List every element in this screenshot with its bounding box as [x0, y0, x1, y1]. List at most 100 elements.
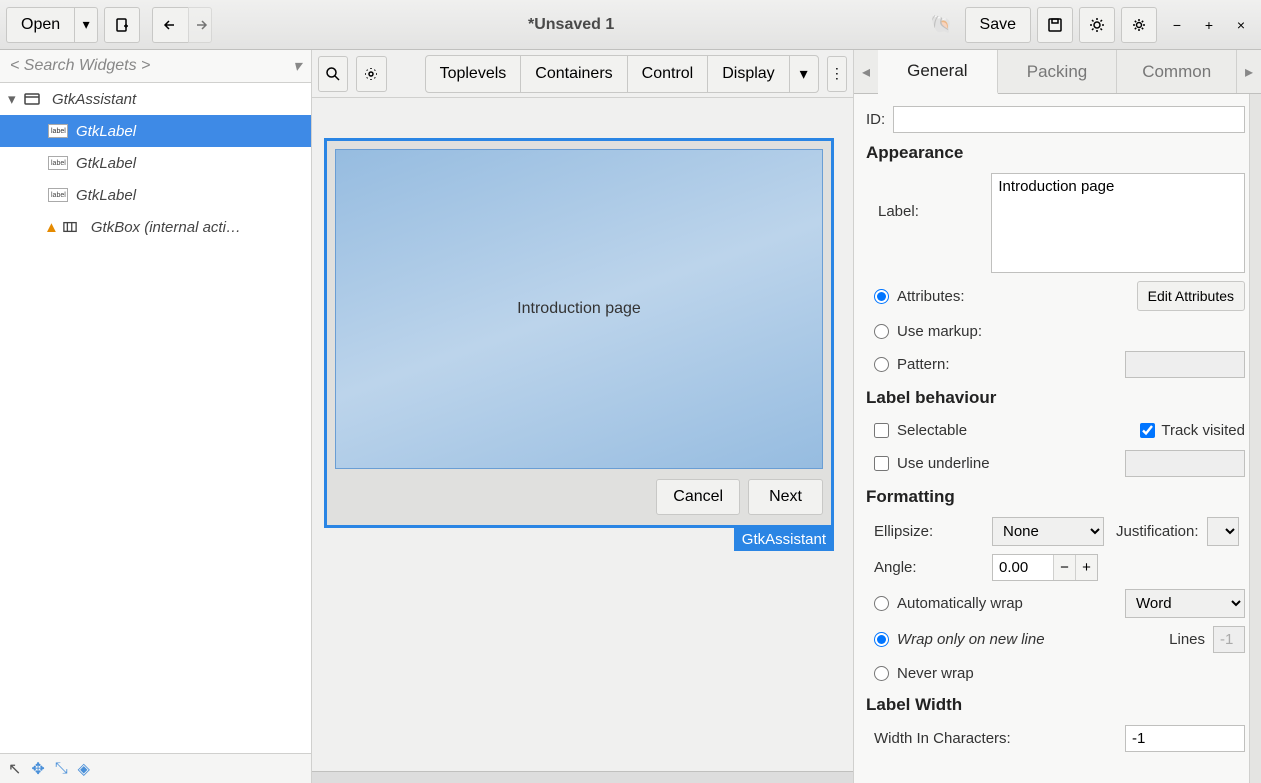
tree-label: GtkBox (internal acti… — [91, 219, 241, 236]
undo-button[interactable] — [152, 7, 188, 43]
tabs-scroll-left[interactable]: ◂ — [854, 50, 878, 93]
window-icon — [24, 92, 44, 106]
wrap-newline-label: Wrap only on new line — [897, 631, 1045, 648]
tree-expander-icon[interactable]: ▾ — [8, 90, 24, 108]
close-button[interactable]: × — [1227, 11, 1255, 39]
pattern-label: Pattern: — [897, 356, 950, 373]
use-markup-label: Use markup: — [897, 323, 982, 340]
label-textarea[interactable]: Introduction page — [991, 173, 1245, 273]
underline-field[interactable] — [1125, 450, 1245, 477]
chevron-down-icon: ▾ — [293, 56, 301, 76]
pattern-radio[interactable] — [874, 357, 889, 372]
tab-control[interactable]: Control — [627, 55, 709, 93]
tree-row-label-1[interactable]: label GtkLabel — [0, 115, 311, 147]
next-button[interactable]: Next — [748, 479, 823, 515]
edit-attributes-button[interactable]: Edit Attributes — [1137, 281, 1245, 311]
palette-search-button[interactable] — [318, 56, 348, 92]
redo-icon — [192, 17, 208, 33]
auto-wrap-radio[interactable] — [874, 596, 889, 611]
pattern-field[interactable] — [1125, 351, 1245, 378]
selectable-label: Selectable — [897, 422, 967, 439]
open-button[interactable]: Open — [6, 7, 74, 43]
move-icon[interactable]: ✥ — [31, 759, 44, 779]
warning-icon: ▲ — [44, 219, 59, 236]
palette-overflow-button[interactable]: ⋮ — [827, 56, 847, 92]
label-width-heading: Label Width — [862, 689, 1249, 721]
properties-vscrollbar[interactable] — [1249, 94, 1261, 783]
save-button[interactable]: Save — [965, 7, 1031, 43]
gear-small-icon — [363, 66, 379, 82]
tree-row-label-3[interactable]: label GtkLabel — [0, 179, 311, 211]
tree-row-box[interactable]: ▲ GtkBox (internal acti… — [0, 211, 311, 243]
save-as-icon — [1047, 17, 1063, 33]
formatting-heading: Formatting — [862, 481, 1249, 513]
angle-input[interactable] — [993, 555, 1053, 580]
widget-tree-sidebar: < Search Widgets > ▾ ▾ GtkAssistant labe… — [0, 50, 312, 783]
undo-redo-group — [152, 7, 212, 43]
use-underline-check[interactable] — [874, 456, 889, 471]
assistant-page-label[interactable]: Introduction page — [335, 149, 823, 469]
spin-up[interactable]: + — [1075, 555, 1097, 580]
tab-general[interactable]: General — [878, 50, 998, 94]
tab-common[interactable]: Common — [1117, 50, 1237, 93]
tree-label: GtkLabel — [76, 155, 136, 172]
tabs-scroll-right[interactable]: ▸ — [1237, 50, 1261, 93]
wrap-mode-select[interactable]: Word — [1125, 589, 1245, 618]
justification-select[interactable]: L — [1207, 517, 1239, 546]
attributes-radio[interactable] — [874, 289, 889, 304]
canvas-scroll[interactable]: Introduction page Cancel Next GtkAssista… — [312, 98, 853, 771]
window-controls: − + × — [1163, 11, 1255, 39]
sun-icon — [1089, 17, 1105, 33]
tree-row-label-2[interactable]: label GtkLabel — [0, 147, 311, 179]
tree-label: GtkLabel — [76, 187, 136, 204]
width-chars-field[interactable] — [1125, 725, 1245, 752]
properties-panel: ◂ General Packing Common ▸ ID: Appearanc… — [853, 50, 1261, 783]
wrap-newline-radio[interactable] — [874, 632, 889, 647]
id-label: ID: — [866, 111, 885, 128]
open-menu-chevron[interactable]: ▾ — [74, 7, 98, 43]
tab-display[interactable]: Display — [707, 55, 789, 93]
tab-more-chevron[interactable]: ▾ — [789, 55, 819, 93]
redo-button[interactable] — [188, 7, 212, 43]
spin-down[interactable]: − — [1053, 555, 1075, 580]
lines-field[interactable] — [1213, 626, 1245, 653]
width-chars-label: Width In Characters: — [874, 730, 1011, 747]
preferences-button[interactable] — [1121, 7, 1157, 43]
box-icon — [63, 220, 83, 234]
ellipsize-label: Ellipsize: — [874, 523, 984, 540]
attributes-label: Attributes: — [897, 288, 965, 305]
tree-row-assistant[interactable]: ▾ GtkAssistant — [0, 83, 311, 115]
tab-containers[interactable]: Containers — [520, 55, 627, 93]
gtkassistant-widget[interactable]: Introduction page Cancel Next GtkAssista… — [324, 138, 834, 528]
id-field[interactable] — [893, 106, 1245, 133]
track-visited-check[interactable] — [1140, 423, 1155, 438]
angle-spin[interactable]: − + — [992, 554, 1098, 581]
never-wrap-label: Never wrap — [897, 665, 974, 682]
maximize-button[interactable]: + — [1195, 11, 1223, 39]
new-doc-button[interactable] — [104, 7, 140, 43]
gear-icon — [1131, 17, 1147, 33]
auto-wrap-label: Automatically wrap — [897, 595, 1023, 612]
ellipsize-select[interactable]: None — [992, 517, 1104, 546]
never-wrap-radio[interactable] — [874, 666, 889, 681]
label-icon: label — [48, 156, 68, 170]
search-widgets-combo[interactable]: < Search Widgets > ▾ — [0, 50, 311, 83]
resize-icon[interactable]: ⤡ — [55, 760, 68, 778]
save-as-button[interactable] — [1037, 7, 1073, 43]
label-label: Label: — [866, 173, 983, 220]
use-markup-radio[interactable] — [874, 324, 889, 339]
minimize-button[interactable]: − — [1163, 11, 1191, 39]
margin-icon[interactable]: ◈ — [78, 759, 90, 779]
widget-tree: ▾ GtkAssistant label GtkLabel label GtkL… — [0, 83, 311, 753]
label-icon: label — [48, 124, 68, 138]
cancel-button[interactable]: Cancel — [656, 479, 740, 515]
properties-button[interactable] — [1079, 7, 1115, 43]
tab-toplevels[interactable]: Toplevels — [425, 55, 522, 93]
selectable-check[interactable] — [874, 423, 889, 438]
canvas-hscrollbar[interactable] — [312, 771, 853, 783]
palette-settings-button[interactable] — [356, 56, 386, 92]
cursor-icon[interactable]: ↖ — [8, 759, 21, 779]
tab-packing[interactable]: Packing — [998, 50, 1118, 93]
pointer-mode-bar: ↖ ✥ ⤡ ◈ — [0, 753, 311, 783]
track-visited-label: Track visited — [1161, 422, 1245, 439]
